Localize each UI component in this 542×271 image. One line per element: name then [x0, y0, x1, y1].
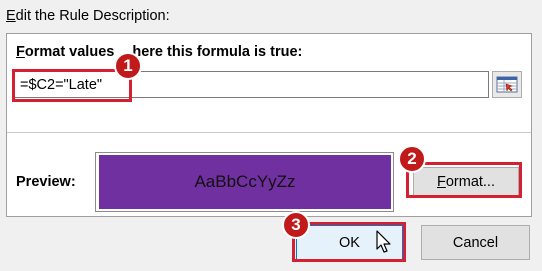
section-title-accel: E: [6, 8, 16, 24]
cancel-button-label: Cancel: [452, 234, 499, 251]
section-title-rest: dit the Rule Description:: [15, 8, 170, 24]
callout-badge-2: 2: [398, 145, 426, 173]
divider: [7, 132, 531, 133]
callout-highlight-format: [406, 162, 522, 198]
callout-badge-3: 3: [282, 211, 310, 239]
preview-sample: AaBbCcYyZz: [99, 155, 391, 209]
callout-highlight-formula: [12, 69, 132, 102]
mouse-pointer-icon: [376, 230, 391, 253]
section-title: Edit the Rule Description:: [6, 8, 170, 24]
cancel-button[interactable]: Cancel: [421, 225, 530, 260]
collapse-dialog-button[interactable]: [492, 71, 522, 98]
formula-label-rest: here this formula is true:: [132, 44, 303, 60]
formula-label: Format values here this formula is true:: [16, 44, 302, 60]
formula-label-accel: F: [16, 44, 25, 60]
collapse-dialog-icon: [496, 76, 518, 93]
formula-label-mid: ormat values: [24, 44, 119, 60]
callout-badge-1: 1: [114, 52, 142, 80]
preview-label: Preview:: [16, 174, 76, 190]
